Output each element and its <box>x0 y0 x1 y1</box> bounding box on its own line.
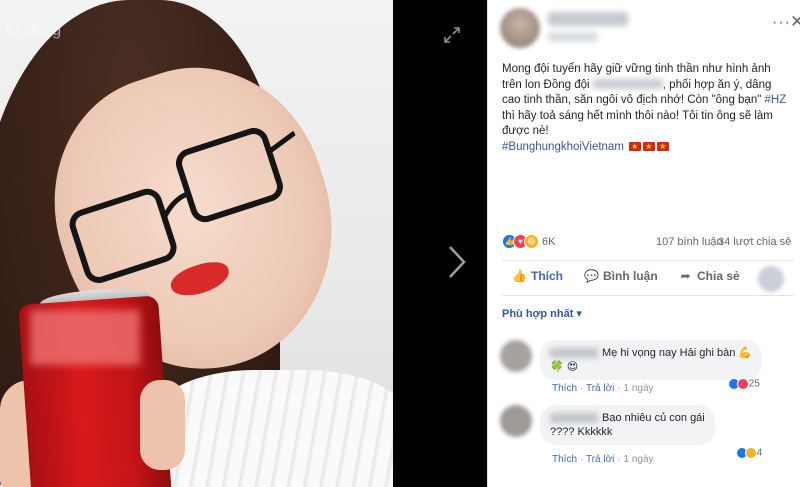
comment-like-link[interactable]: Thích <box>552 454 577 465</box>
thumb-up-icon: 👍 <box>512 269 527 283</box>
inline-hashtag[interactable]: #HZ <box>765 94 787 106</box>
comment-reaction-count: 25 <box>748 378 760 390</box>
share-count[interactable]: 34 lượt chia sẻ <box>718 236 791 248</box>
comment-emoji: 🍀 😍 <box>550 361 579 373</box>
post-text: Mong đội tuyển hãy giữ vững tinh thần nh… <box>502 62 790 155</box>
reactions-summary: 👍 ♥ 😆 6K 107 bình luận 34 lượt chia sẻ <box>502 234 794 250</box>
share-button[interactable]: ➦ Chia sẻ <box>678 269 740 283</box>
more-icon[interactable]: ··· <box>772 14 791 32</box>
photo-viewer[interactable]: tự động <box>0 0 393 487</box>
comment-button[interactable]: 💬 Bình luận <box>584 269 658 283</box>
photo-gutter <box>393 0 487 487</box>
photo-tag-label: tự động <box>6 22 62 39</box>
haha-reaction-icon <box>745 447 757 459</box>
post-header: ··· ✕ <box>500 8 800 48</box>
like-label: Thích <box>531 269 563 283</box>
share-icon: ➦ <box>680 269 691 283</box>
close-icon[interactable]: ✕ <box>790 12 800 32</box>
like-button[interactable]: 👍 Thích <box>512 269 563 283</box>
can-blurred-logo <box>30 310 140 365</box>
comment-reaction-count: 4 <box>756 447 763 459</box>
photo-hand-2 <box>140 380 185 470</box>
comment-meta: Thích · Trả lời · 1 ngày <box>552 383 654 394</box>
comment-text: Bao nhiêu củ con gái <box>602 412 705 424</box>
comment-meta: Thích · Trả lời · 1 ngày <box>552 454 654 465</box>
reaction-count[interactable]: 6K <box>542 236 555 248</box>
post-body-3: thì hãy toả sáng hết mình thôi nào! Tôi … <box>502 109 773 138</box>
post-panel: ··· ✕ Mong đội tuyển hãy giữ vững tinh t… <box>487 0 800 487</box>
comment-sort-dropdown[interactable]: Phù hợp nhất ▾ <box>502 307 582 320</box>
comment-label: Bình luận <box>603 269 658 283</box>
author-name-blurred[interactable] <box>548 12 628 26</box>
comment-bubble: Bao nhiêu củ con gái ???? Kkkkkk <box>540 405 715 445</box>
comment-reply-link[interactable]: Trả lời <box>586 454 614 465</box>
author-avatar[interactable] <box>500 8 540 48</box>
comment-reactions[interactable]: 25 <box>728 378 760 390</box>
expand-icon[interactable] <box>443 26 461 44</box>
commenter-name-blurred[interactable] <box>550 348 598 359</box>
hashtag-link[interactable]: #BunghungkhoiVietnam <box>502 141 624 153</box>
photo-shirt <box>150 370 393 487</box>
comment-count[interactable]: 107 bình luận <box>656 236 723 248</box>
commenter-avatar[interactable] <box>500 340 532 372</box>
share-label: Chia sẻ <box>697 269 740 283</box>
comment-bubble: Mẹ hi vọng nay Hải ghi bàn 💪 🍀 😍 <box>540 340 763 380</box>
vietnam-flag-icon <box>643 139 656 154</box>
commenter-name-blurred[interactable] <box>550 413 598 424</box>
commenter-avatar[interactable] <box>500 405 532 437</box>
comment-like-link[interactable]: Thích <box>552 383 577 394</box>
vietnam-flag-icon <box>629 139 642 154</box>
blurred-mention <box>592 79 663 90</box>
comment-text: Mẹ hi vọng nay Hải ghi bàn 💪 <box>602 347 753 359</box>
comment-time[interactable]: 1 ngày <box>623 454 653 465</box>
comment-icon: 💬 <box>584 269 599 283</box>
haha-reaction-icon[interactable]: 😆 <box>524 234 539 249</box>
comment-time[interactable]: 1 ngày <box>623 383 653 394</box>
viewer-avatar[interactable] <box>758 266 784 292</box>
love-reaction-icon <box>737 378 749 390</box>
comment-reply-link[interactable]: Trả lời <box>586 383 614 394</box>
vietnam-flag-icon <box>657 139 670 154</box>
post-action-bar: 👍 Thích 💬 Bình luận ➦ Chia sẻ <box>502 260 794 296</box>
post-meta-blurred <box>548 32 598 42</box>
next-arrow-icon[interactable] <box>446 244 468 280</box>
comment-reactions[interactable]: 4 <box>736 447 762 459</box>
comment-text-2: ???? Kkkkkk <box>550 426 613 438</box>
